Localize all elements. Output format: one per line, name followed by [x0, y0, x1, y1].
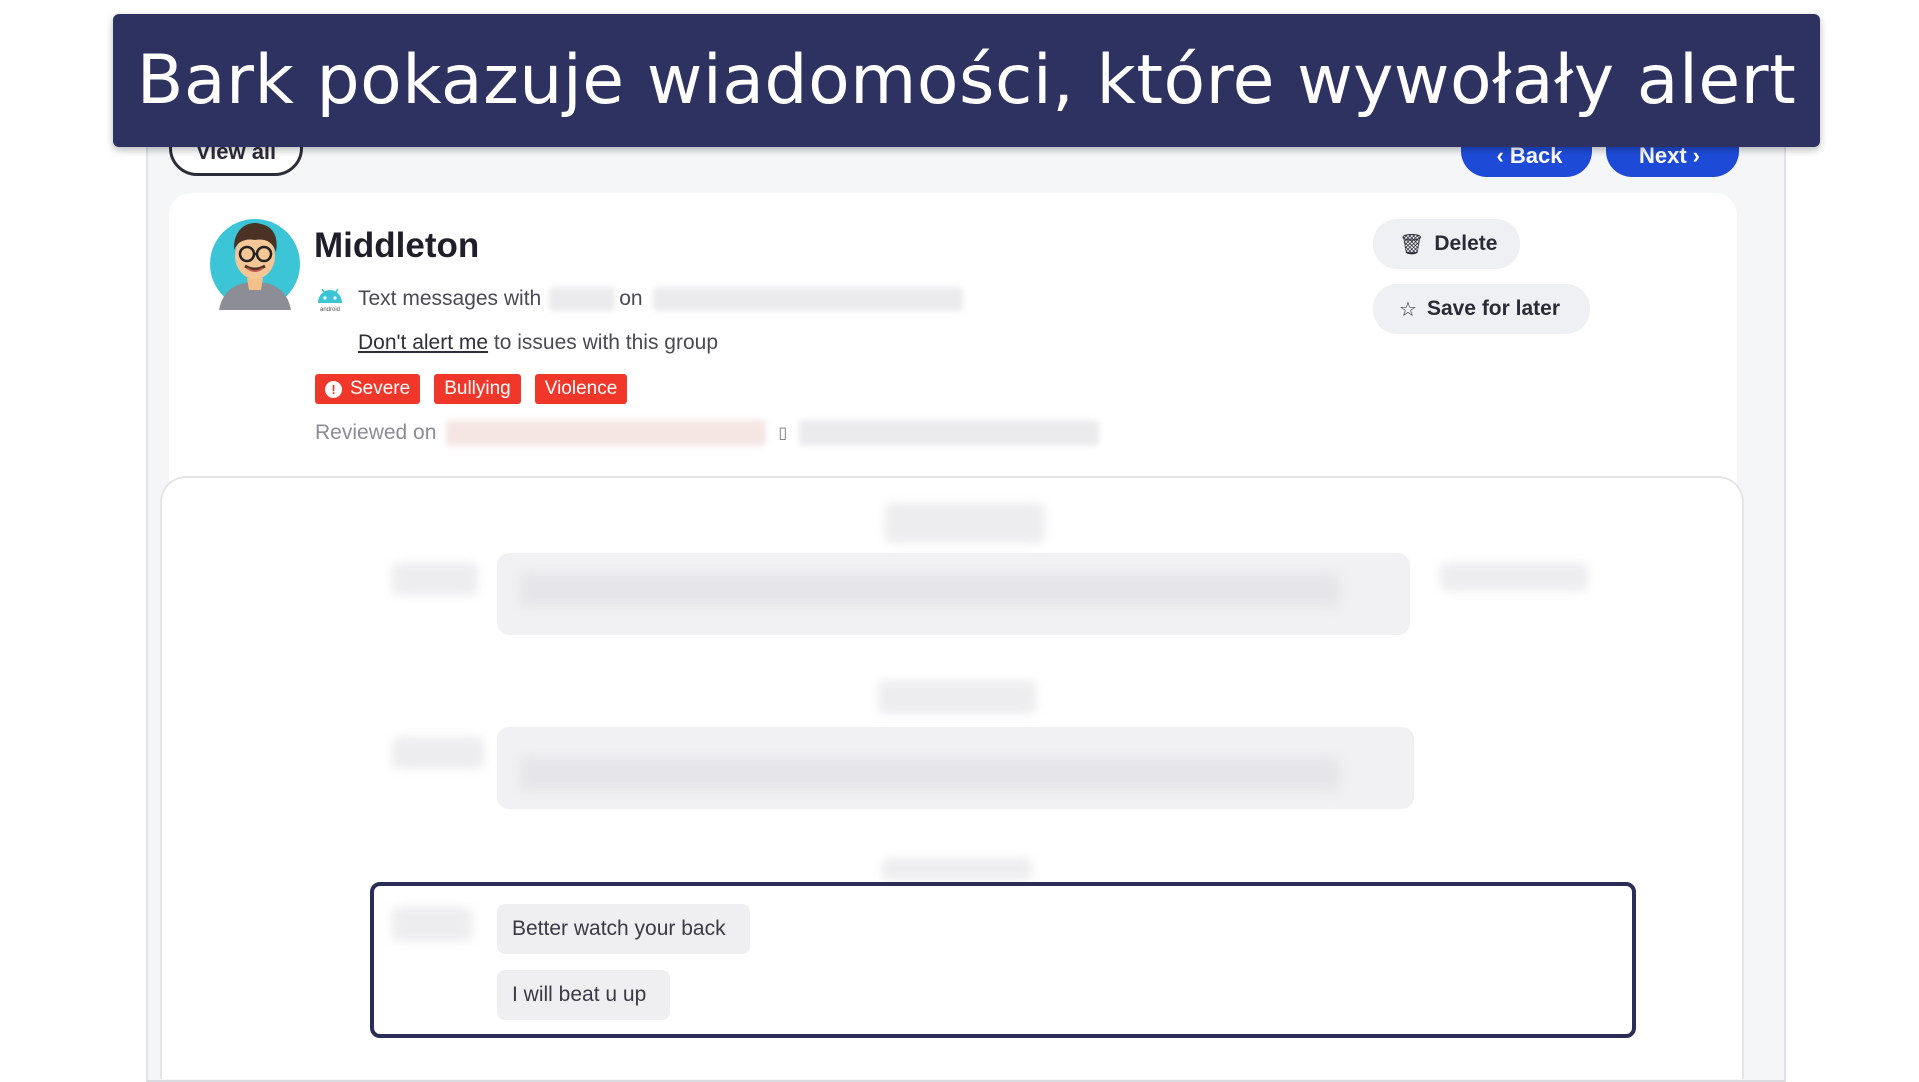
tag-label: Severe — [350, 378, 411, 399]
text-messages-prefix: Text messages with — [358, 287, 542, 310]
contact-name: Middleton — [314, 226, 480, 265]
redacted-sender — [392, 907, 472, 941]
alert-tags: ! Severe Bullying Violence — [315, 374, 628, 404]
redacted-timestamp — [885, 503, 1045, 543]
tag-label: Violence — [544, 378, 618, 399]
save-for-later-label: Save for later — [1426, 297, 1561, 320]
delete-label: Delete — [1434, 232, 1498, 255]
dont-alert-link[interactable]: Don't alert me — [358, 331, 488, 354]
message-text: I will beat u up — [512, 983, 647, 1006]
flagged-message: I will beat u up — [497, 970, 670, 1020]
flagged-message: Better watch your back — [497, 904, 750, 954]
banner-title: Bark pokazuje wiadomości, które wywołały… — [136, 41, 1797, 120]
reviewed-line: Reviewed on ▯ — [315, 420, 1100, 446]
redacted-timestamp — [882, 858, 1032, 880]
source-line: android Text messages with on — [314, 285, 963, 313]
redacted-sender — [392, 563, 478, 595]
dont-alert-line: Don't alert me to issues with this group — [358, 331, 718, 355]
tag-label: Bullying — [444, 378, 511, 399]
caption-banner: Bark pokazuje wiadomości, które wywołały… — [113, 14, 1820, 147]
exclamation-circle-icon: ! — [325, 380, 342, 398]
redacted-reviewer — [446, 420, 767, 446]
redacted-device — [799, 420, 1100, 446]
phone-icon: ▯ — [778, 425, 788, 442]
redacted-date — [652, 287, 963, 311]
redacted-message-text — [520, 757, 1340, 791]
android-icon: android — [318, 288, 342, 313]
redacted-meta — [1440, 563, 1588, 591]
delete-button[interactable]: 🗑 Delete — [1373, 219, 1520, 269]
tag-severe: ! Severe — [315, 374, 421, 404]
star-icon: ☆ — [1399, 298, 1417, 321]
redacted-sender — [392, 737, 484, 769]
svg-text:android: android — [320, 307, 340, 313]
redacted-message-text — [520, 573, 1340, 607]
message-text: Better watch your back — [512, 917, 726, 940]
save-for-later-button[interactable]: ☆ Save for later — [1373, 284, 1590, 334]
tag-bullying: Bullying — [434, 374, 521, 404]
redacted-timestamp — [878, 680, 1036, 714]
tag-violence: Violence — [534, 374, 628, 404]
dont-alert-suffix: to issues with this group — [493, 331, 719, 354]
redacted-contact — [549, 287, 616, 311]
trash-icon: 🗑 — [1399, 233, 1425, 256]
reviewed-prefix: Reviewed on — [315, 421, 437, 444]
text-messages-on: on — [619, 287, 643, 310]
avatar — [210, 219, 300, 310]
